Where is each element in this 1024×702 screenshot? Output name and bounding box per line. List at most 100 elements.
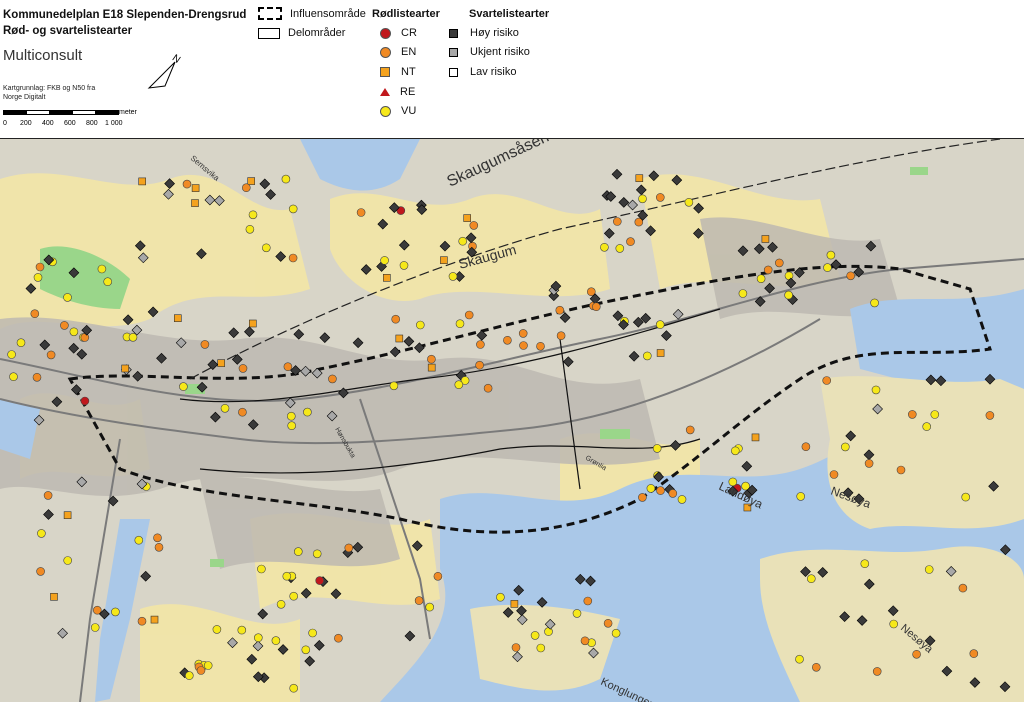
redlist-point [137,616,147,626]
redlist-point [35,262,45,272]
redlist-point [796,492,806,501]
redlist-point [555,305,565,315]
redlist-point [334,633,343,643]
redlist-point [985,411,995,420]
redlist-point [677,495,687,504]
redlist-point-nt [751,433,760,442]
scale-tick: 400 [42,120,54,127]
redlist-point [238,364,248,373]
redlist-point [536,342,545,351]
circle-icon [380,105,391,117]
redlist-point [763,265,773,275]
company-logo: Multiconsult [3,47,83,64]
redlist-point [356,208,366,217]
redlist-point [826,250,836,260]
redlist-point [519,341,528,350]
redlist-point [97,264,107,274]
scale-tick: 600 [64,120,76,127]
triangle-icon [380,88,390,96]
legend-label: Delområder [288,27,346,39]
redlist-point [69,327,79,337]
legend-label: VU [401,105,417,117]
legend-label: NT [401,66,416,78]
redlist-point [860,559,870,569]
redlist-point-nt [440,256,448,264]
redlist-point [301,645,311,655]
dashed-rect-icon [258,7,282,20]
redlist-point-nt [63,511,72,520]
redlist-point [922,422,932,431]
redlist-point-nt [138,177,146,186]
redlist-point [536,643,546,653]
legend-subarea: Delområder [258,27,345,39]
redlist-point-nt [463,214,472,222]
redlist-point [289,591,299,601]
redlist-point [43,491,53,500]
legend-label: Lav risiko [470,66,517,78]
rect-outline-icon [258,27,280,39]
redlist-point [822,376,832,385]
redlist-point [261,243,271,253]
redlist-point [344,543,354,553]
redlist-point [600,243,609,252]
source-line-1: Kartgrunnlag: FKB og N50 fra [3,85,96,92]
legend-vu: VU [380,105,416,117]
redlist-point [242,183,251,193]
redlist-point [220,403,230,413]
redlist-point [283,362,293,371]
redlist-point [652,444,662,453]
redlist-point-nt [191,184,200,192]
redlist-point [154,542,164,552]
redlist-point [46,350,56,360]
redlist-point-nt [174,314,182,322]
redlist-point [846,271,856,281]
redlist-point [829,470,839,479]
circle-icon [380,46,391,58]
redlist-point-nt [249,319,257,328]
square-icon [449,67,458,77]
legend-label: RE [400,86,416,98]
redlist-point [328,374,337,384]
redlist-point-nt [217,359,225,367]
redlist-point [7,350,16,359]
redlist-point-nt [395,334,404,343]
redlist-point [668,489,678,498]
redlist-point [530,631,540,640]
redlist-point [872,667,882,676]
scale-tick: 0 [3,120,7,127]
map-canvas[interactable]: Skaugumsåsen Skaugum Landøya Nesøya Semsvika… [0,139,1024,702]
redlist-point-nt [247,177,255,185]
redlist-point [30,309,40,318]
redlist-point [930,410,940,419]
redlist-point [738,289,748,298]
redlist-point [63,556,72,565]
square-icon [449,28,458,38]
legend-label: Høy risiko [470,27,519,39]
redlist-point [153,533,162,543]
redlist-point [464,310,474,320]
redlist-point [179,382,188,391]
title-line-2: Rød- og svartelistearter [3,25,133,37]
redlist-point [656,486,665,495]
redlist-point [518,329,528,338]
redlist-point [638,493,647,502]
redlist-point [774,258,784,268]
redlist-point [655,320,665,329]
redlist-point-nt [121,364,129,373]
north-arrow-icon: N [147,53,182,89]
redlist-point [806,574,816,584]
redlist-point [611,628,621,638]
redlist-point [870,298,879,308]
redlist-point [33,273,43,282]
redlist-point [454,380,464,389]
redlist-point [288,204,298,214]
redlist-point [212,625,222,634]
redlist-point [475,360,484,370]
redlist-point [281,174,291,184]
redlist-point [572,609,582,618]
scale-bar: meter 0 200 400 600 800 1 000 [3,109,143,134]
redlist-point-nt [191,199,199,207]
redlist-point [288,253,298,263]
redlist-point [580,636,590,646]
redlist-point [315,576,325,585]
